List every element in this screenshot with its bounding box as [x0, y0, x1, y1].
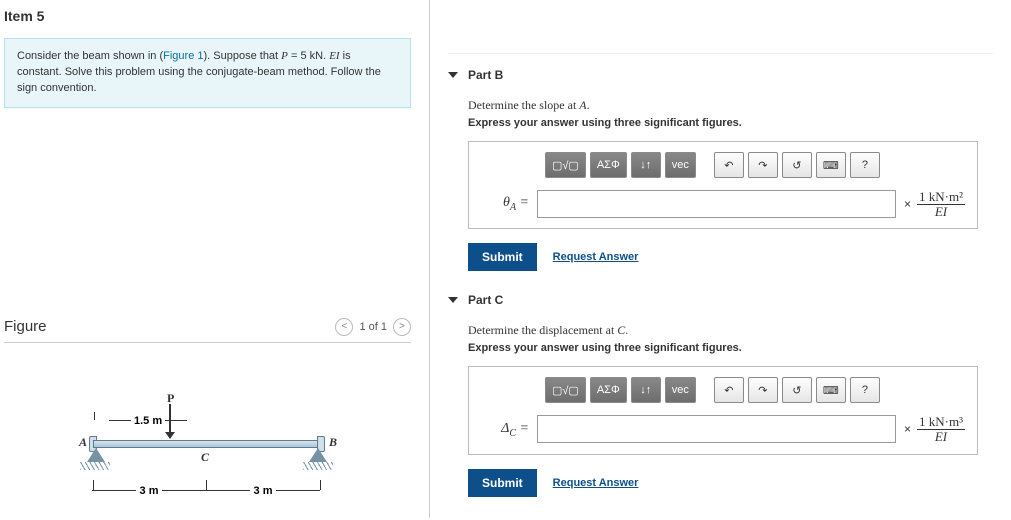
part-header[interactable]: Part B: [448, 68, 993, 82]
keyboard-button[interactable]: ⌨: [816, 152, 846, 178]
eq-P: P: [281, 50, 288, 62]
figure-title: Figure: [4, 318, 47, 335]
undo-button[interactable]: ↶: [714, 377, 744, 403]
reset-button[interactable]: ↺: [782, 152, 812, 178]
label-B: B: [329, 435, 337, 450]
pager-text: 1 of 1: [359, 321, 387, 333]
request-answer-link[interactable]: Request Answer: [553, 251, 639, 263]
equation-toolbar: ▢√▢ ΑΣΦ ↓↑ vec ↶ ↷ ↺ ⌨ ?: [545, 152, 965, 178]
submit-button[interactable]: Submit: [468, 469, 537, 497]
submit-button[interactable]: Submit: [468, 243, 537, 271]
templates-button[interactable]: ▢√▢: [545, 377, 586, 403]
eq-EI: EI: [329, 50, 339, 62]
part-title: Part C: [468, 293, 503, 307]
intro-text: Consider the beam shown in (: [17, 50, 163, 62]
units-label: × 1 kN·m²EI: [904, 190, 965, 218]
sort-button[interactable]: ↓↑: [631, 152, 661, 178]
beam: [93, 440, 321, 448]
question-text: Determine the displacement at C.: [468, 323, 993, 338]
label-A: A: [79, 435, 87, 450]
caret-down-icon: [448, 72, 458, 78]
variable-label: θA =: [481, 195, 529, 213]
figure-link[interactable]: Figure 1: [163, 50, 203, 62]
equation-toolbar: ▢√▢ ΑΣΦ ↓↑ vec ↶ ↷ ↺ ⌨ ?: [545, 377, 965, 403]
figure-image: P 1.5 m A B C 3 m 3 m: [0, 361, 411, 520]
redo-button[interactable]: ↷: [748, 377, 778, 403]
caret-down-icon: [448, 297, 458, 303]
request-answer-link[interactable]: Request Answer: [553, 477, 639, 489]
dim-bottom: 3 m 3 m: [92, 485, 320, 497]
help-button[interactable]: ?: [850, 377, 880, 403]
greek-button[interactable]: ΑΣΦ: [590, 377, 627, 403]
vec-button[interactable]: vec: [665, 152, 696, 178]
variable-label: ΔC =: [481, 421, 529, 439]
vec-button[interactable]: vec: [665, 377, 696, 403]
undo-button[interactable]: ↶: [714, 152, 744, 178]
answer-input[interactable]: [537, 190, 896, 218]
next-figure-button[interactable]: >: [393, 318, 411, 336]
support-B: [309, 448, 327, 462]
prev-figure-button[interactable]: <: [335, 318, 353, 336]
question-text: Determine the slope at A.: [468, 98, 993, 113]
templates-button[interactable]: ▢√▢: [545, 152, 586, 178]
greek-button[interactable]: ΑΣΦ: [590, 152, 627, 178]
units-label: × 1 kN·m³EI: [904, 415, 965, 443]
problem-statement: Consider the beam shown in (Figure 1). S…: [4, 38, 411, 108]
dim-top: 1.5 m: [109, 415, 187, 427]
answer-box: ▢√▢ ΑΣΦ ↓↑ vec ↶ ↷ ↺ ⌨ ? θA = × 1 k: [468, 141, 978, 229]
answer-box: ▢√▢ ΑΣΦ ↓↑ vec ↶ ↷ ↺ ⌨ ? ΔC = × 1 k: [468, 366, 978, 454]
part-c: Part C Determine the displacement at C. …: [448, 293, 993, 496]
part-header[interactable]: Part C: [448, 293, 993, 307]
part-title: Part B: [468, 68, 503, 82]
part-b: Part B Determine the slope at A. Express…: [448, 68, 993, 271]
figure-pager: < 1 of 1 >: [335, 318, 411, 336]
instruction-text: Express your answer using three signific…: [468, 342, 993, 354]
sort-button[interactable]: ↓↑: [631, 377, 661, 403]
help-button[interactable]: ?: [850, 152, 880, 178]
redo-button[interactable]: ↷: [748, 152, 778, 178]
support-A: [87, 448, 105, 462]
instruction-text: Express your answer using three signific…: [468, 117, 993, 129]
reset-button[interactable]: ↺: [782, 377, 812, 403]
label-C: C: [201, 450, 209, 465]
answer-input[interactable]: [537, 415, 896, 443]
item-title: Item 5: [0, 0, 411, 38]
keyboard-button[interactable]: ⌨: [816, 377, 846, 403]
